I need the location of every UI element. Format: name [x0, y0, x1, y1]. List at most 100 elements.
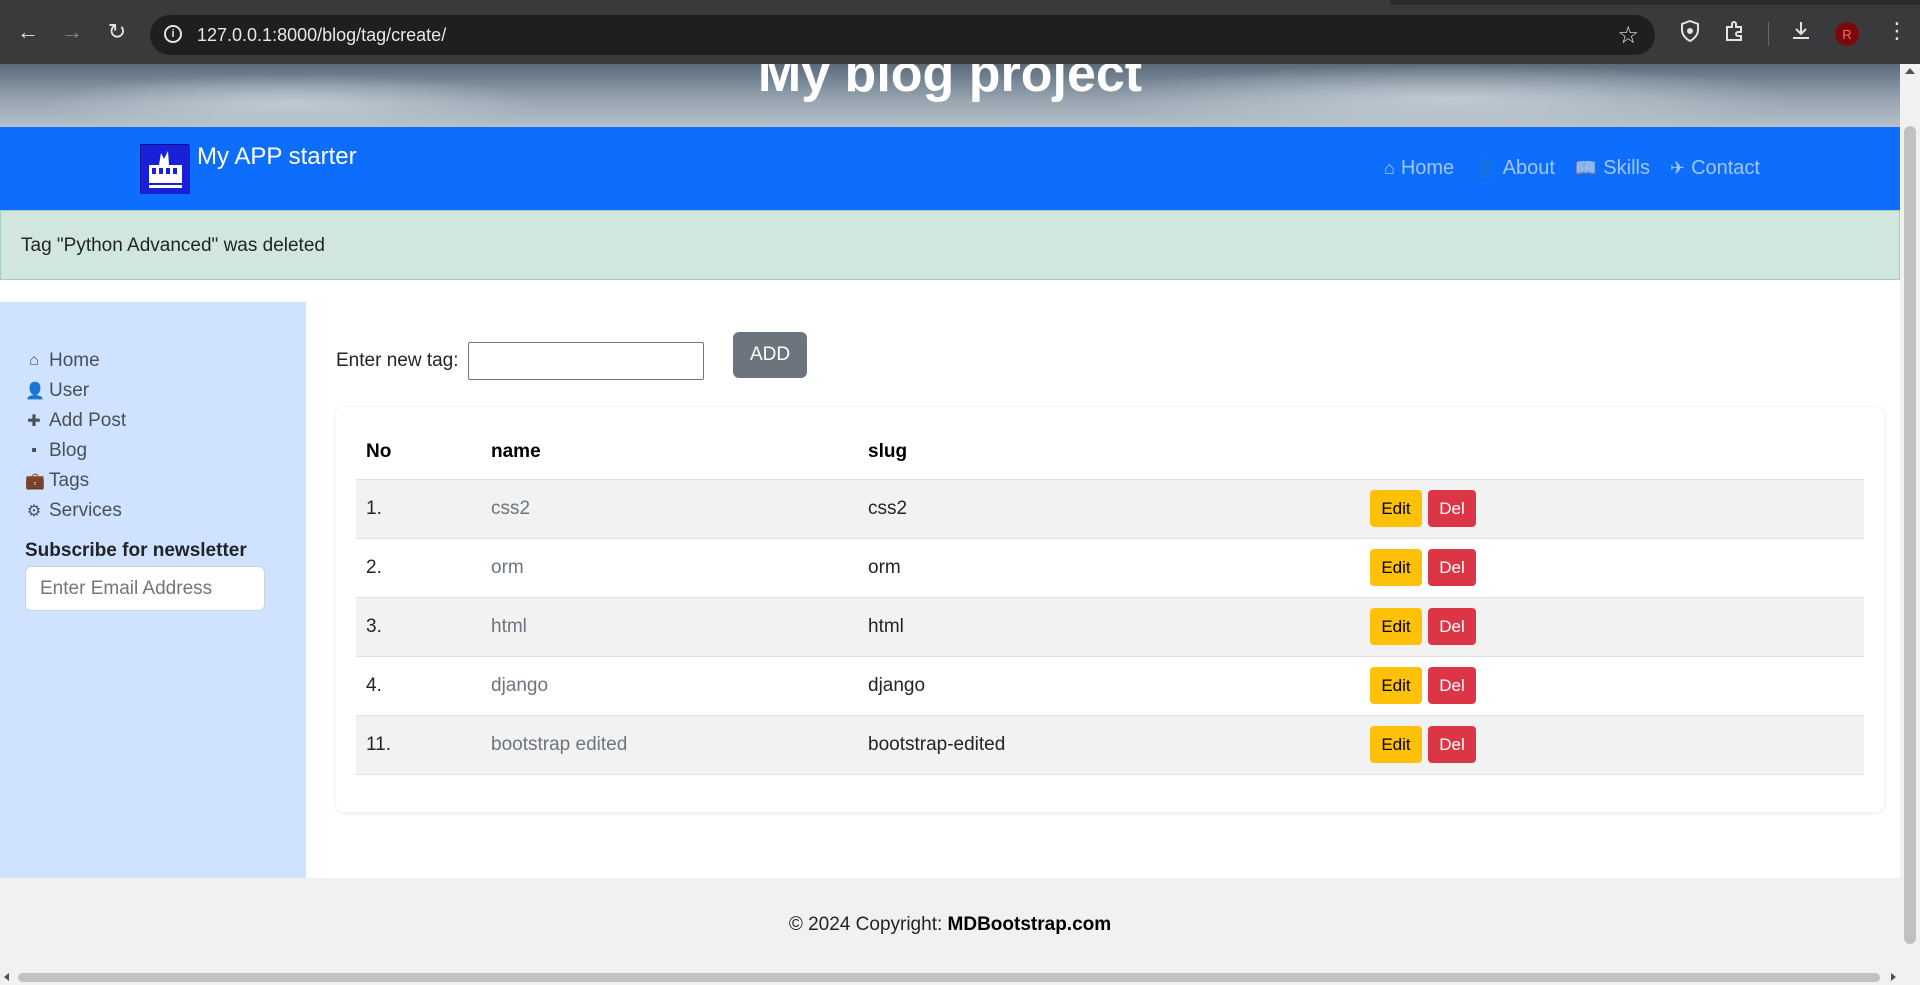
- bookmark-star-icon[interactable]: ☆: [1617, 21, 1639, 50]
- cell-no: 4.: [356, 656, 481, 716]
- nav-about-label: About: [1502, 157, 1555, 179]
- cell-actions: Edit Del: [1360, 479, 1864, 539]
- plus-icon: ✚: [27, 413, 41, 430]
- paper-plane-icon: ✈: [1669, 158, 1686, 178]
- cell-name-link[interactable]: html: [481, 597, 858, 657]
- edit-button[interactable]: Edit: [1370, 490, 1422, 527]
- cell-actions: Edit Del: [1360, 656, 1864, 716]
- horizontal-scroll-thumb[interactable]: [18, 973, 1880, 982]
- back-icon[interactable]: ←: [14, 18, 42, 46]
- nav-home-label: Home: [1400, 157, 1455, 179]
- sidebar-item-tags[interactable]: 💼 Tags: [25, 466, 126, 496]
- home-icon: ⌂: [1383, 158, 1395, 178]
- nav-home[interactable]: ⌂ Home: [1384, 157, 1454, 180]
- table-row: 2. orm orm Edit Del: [356, 538, 1864, 598]
- sticky-note-icon: ▪: [31, 442, 37, 459]
- new-tag-label: Enter new tag:: [336, 350, 459, 371]
- newsletter-email-input[interactable]: [25, 566, 265, 611]
- cell-name-link[interactable]: css2: [481, 479, 858, 539]
- sidebar-item-user[interactable]: 👤 User: [25, 376, 126, 406]
- sidebar-item-label: Services: [49, 500, 122, 521]
- extensions-puzzle-icon[interactable]: [1724, 20, 1746, 48]
- cell-slug: html: [858, 597, 1360, 657]
- page-viewport: My blog project My APP starter ⌂ Home 👤 Ab…: [0, 64, 1900, 970]
- delete-button[interactable]: Del: [1428, 608, 1476, 645]
- sidebar-item-blog[interactable]: ▪ Blog: [25, 436, 126, 466]
- cell-name-link[interactable]: django: [481, 656, 858, 716]
- sidebar-item-label: User: [49, 380, 90, 401]
- table-row: 3. html html Edit Del: [356, 597, 1864, 657]
- scroll-up-arrow-icon[interactable]: [1905, 68, 1915, 74]
- delete-button[interactable]: Del: [1428, 726, 1476, 763]
- success-alert: Tag "Python Advanced" was deleted: [0, 210, 1900, 280]
- brand-name[interactable]: My APP starter: [197, 143, 357, 171]
- vertical-scroll-thumb[interactable]: [1904, 126, 1916, 944]
- add-tag-button[interactable]: ADD: [733, 332, 807, 378]
- hero-title: My blog project: [757, 64, 1143, 103]
- shield-extension-icon[interactable]: [1680, 19, 1700, 48]
- toolbar-divider: [1768, 22, 1769, 46]
- table-row: 4. django django Edit Del: [356, 656, 1864, 716]
- gears-icon: ⚙: [26, 503, 42, 520]
- edit-button[interactable]: Edit: [1370, 667, 1422, 704]
- cell-slug: css2: [858, 479, 1360, 539]
- sidebar-item-services[interactable]: ⚙ Services: [25, 496, 126, 526]
- delete-button[interactable]: Del: [1428, 667, 1476, 704]
- cell-slug: django: [858, 656, 1360, 716]
- table-row: 11. bootstrap edited bootstrap-edited Ed…: [356, 715, 1864, 775]
- header-actions: [1360, 425, 1864, 480]
- cell-no: 2.: [356, 538, 481, 598]
- browser-toolbar: ← → ↻ i 127.0.0.1:8000/blog/tag/create/ …: [0, 0, 1920, 64]
- header-name: name: [481, 425, 858, 480]
- forward-icon[interactable]: →: [58, 18, 86, 46]
- cell-name-link[interactable]: bootstrap edited: [481, 715, 858, 775]
- tags-table: No name slug 1. css2 css2 Edit Del 2. or…: [356, 425, 1864, 775]
- footer-copyright: © 2024 Copyright: MDBootstrap.com: [0, 914, 1900, 936]
- footer-prefix: © 2024 Copyright:: [788, 914, 948, 935]
- table-row: 1. css2 css2 Edit Del: [356, 479, 1864, 539]
- address-url[interactable]: 127.0.0.1:8000/blog/tag/create/: [197, 25, 446, 46]
- nav-skills[interactable]: 📖 Skills: [1575, 157, 1650, 180]
- edit-button[interactable]: Edit: [1370, 549, 1422, 586]
- scroll-left-arrow-icon[interactable]: [4, 973, 9, 981]
- alert-message: Tag "Python Advanced" was deleted: [21, 235, 325, 256]
- sidebar-item-label: Home: [49, 350, 100, 371]
- scroll-right-arrow-icon[interactable]: [1891, 973, 1896, 981]
- edit-button[interactable]: Edit: [1370, 726, 1422, 763]
- new-tag-input[interactable]: [468, 342, 704, 380]
- home-icon: ⌂: [29, 352, 39, 369]
- delete-button[interactable]: Del: [1428, 490, 1476, 527]
- cell-name-link[interactable]: orm: [481, 538, 858, 598]
- sidebar-item-label: Tags: [49, 470, 90, 491]
- download-icon[interactable]: [1790, 20, 1812, 48]
- tab-strip: [0, 0, 1920, 5]
- page-footer: © 2024 Copyright: MDBootstrap.com: [0, 878, 1900, 970]
- top-navbar: My APP starter ⌂ Home 👤 About 📖 Skills ✈ Con…: [0, 127, 1900, 210]
- profile-avatar[interactable]: R: [1835, 22, 1859, 46]
- user-icon: 👤: [25, 383, 45, 400]
- cell-no: 1.: [356, 479, 481, 539]
- edit-button[interactable]: Edit: [1370, 608, 1422, 645]
- vertical-scrollbar[interactable]: [1900, 64, 1920, 970]
- brand-logo[interactable]: [140, 144, 190, 194]
- address-bar[interactable]: i 127.0.0.1:8000/blog/tag/create/ ☆: [150, 15, 1655, 55]
- briefcase-icon: 💼: [25, 473, 45, 490]
- cell-actions: Edit Del: [1360, 597, 1864, 657]
- nav-skills-label: Skills: [1603, 157, 1650, 179]
- footer-link[interactable]: MDBootstrap.com: [948, 914, 1112, 935]
- sidebar-item-home[interactable]: ⌂ Home: [25, 346, 126, 376]
- site-info-icon[interactable]: i: [164, 25, 182, 43]
- cell-slug: orm: [858, 538, 1360, 598]
- nav-contact[interactable]: ✈ Contact: [1670, 157, 1760, 180]
- horizontal-scrollbar[interactable]: [0, 970, 1920, 985]
- reload-icon[interactable]: ↻: [103, 18, 131, 46]
- delete-button[interactable]: Del: [1428, 549, 1476, 586]
- user-icon: 👤: [1474, 158, 1497, 178]
- browser-menu-icon[interactable]: ⋮: [1886, 18, 1908, 44]
- cell-no: 3.: [356, 597, 481, 657]
- tags-card: No name slug 1. css2 css2 Edit Del 2. or…: [336, 407, 1884, 812]
- table-header-row: No name slug: [356, 425, 1864, 480]
- nav-about[interactable]: 👤 About: [1474, 157, 1555, 180]
- sidebar-item-add-post[interactable]: ✚ Add Post: [25, 406, 126, 436]
- cell-actions: Edit Del: [1360, 538, 1864, 598]
